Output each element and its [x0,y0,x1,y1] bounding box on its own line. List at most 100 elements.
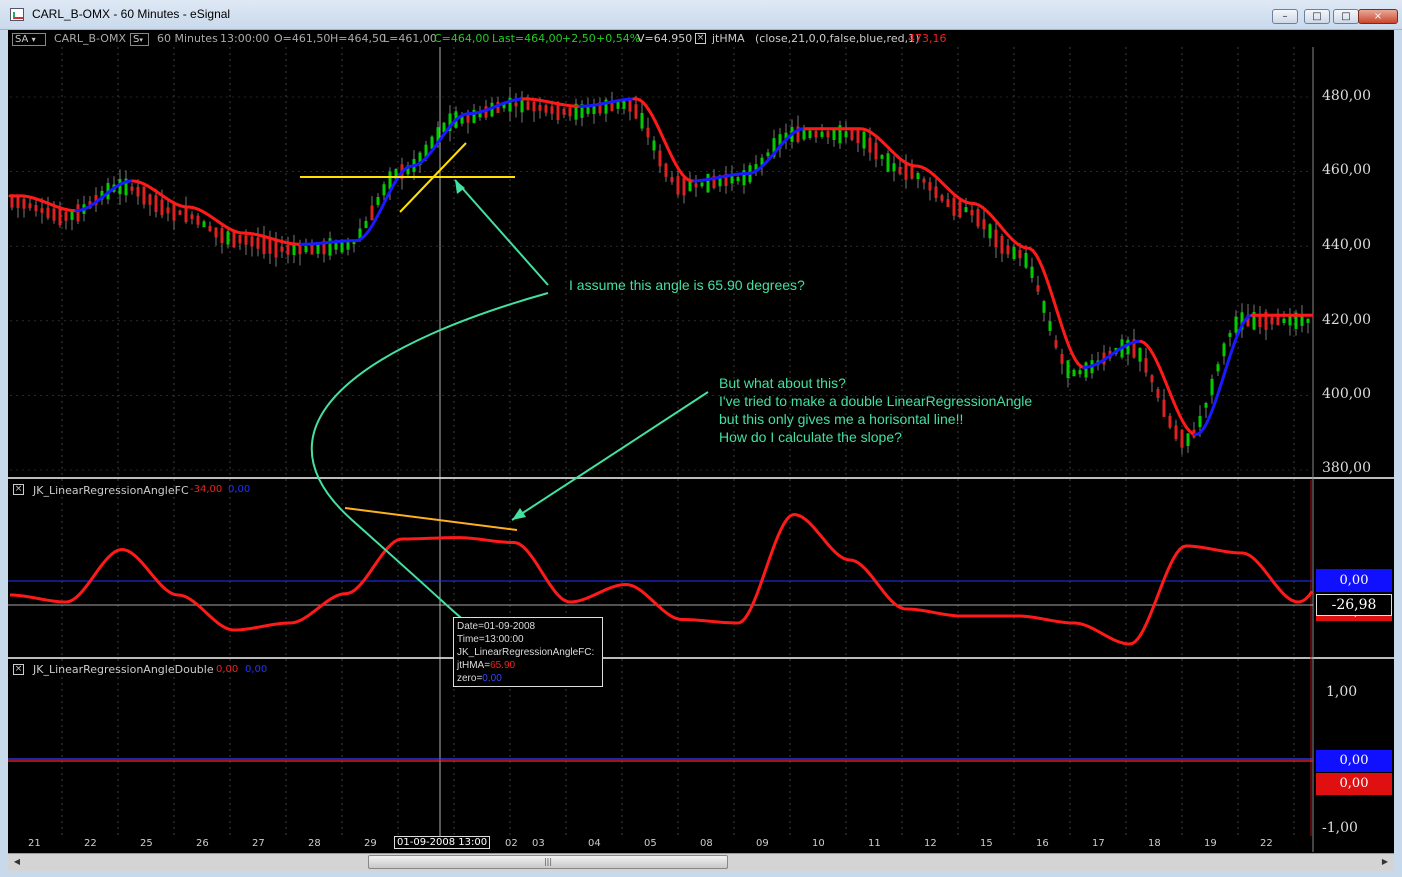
candle-body [1180,429,1184,448]
bar-time: 13:00:00 [220,32,270,45]
candle-body [1054,340,1058,348]
arrow-to-indicator [511,391,709,521]
price-tick-420: 420,00 [1322,312,1371,328]
candle-body [1204,402,1208,408]
candle-body [826,131,830,138]
candle-body [154,195,158,213]
pane-borders [8,47,1394,852]
hma-segment [1052,299,1059,313]
candle-body [856,129,860,144]
candle-body [640,112,644,129]
close-pane-icon[interactable]: × [13,484,24,495]
candle-body [622,100,626,109]
annotation-question-1: But what about this? [719,375,846,391]
close-value: C=464,00 [434,32,490,45]
candle-body [634,104,638,119]
pane-fc-value1: -34,00 [190,484,223,495]
candle-body [208,225,212,231]
candle-body [28,203,32,209]
horizontal-scrollbar[interactable]: ◀ ||| ▶ [8,853,1394,871]
candle-body [928,182,932,191]
pane-fc-value2: 0,00 [228,484,251,495]
scroll-right-icon[interactable]: ▶ [1378,855,1392,869]
candle-body [148,194,152,205]
zero-line-value: 0,00 [1316,569,1392,592]
pane-double-value2: 0,00 [245,664,268,675]
chart-canvas[interactable] [8,30,1394,871]
candle-body [814,131,818,138]
candle-body [1282,318,1286,324]
candle-body [1144,358,1148,373]
candle-body [1030,266,1034,278]
candle-body [544,105,548,113]
angle-fc-line [9,513,1314,646]
scroll-left-icon[interactable]: ◀ [10,855,24,869]
candle-body [844,131,848,138]
minimize-button[interactable]: – [1272,9,1298,24]
candle-body [994,229,998,248]
candle-body [532,102,536,112]
pane-double-value1: 0,00 [216,664,239,675]
sa-label: SA [15,34,29,45]
close-study-icon[interactable]: × [695,33,706,44]
candle-body [214,227,218,238]
maximize-button[interactable]: □ [1333,9,1359,24]
tooltip-study: JK_LinearRegressionAngleFC: [457,647,595,658]
candle-body [190,214,194,219]
current-value-box: -26,98 [1316,594,1392,616]
scroll-thumb[interactable]: ||| [368,855,728,869]
candle-body [376,197,380,205]
annotation-marks [300,142,709,631]
candle-body [226,231,230,245]
candle-body [898,166,902,174]
candle-body [1306,318,1310,323]
interval-label: 60 Minutes [157,32,218,45]
price-tick-380: 380,00 [1322,460,1371,476]
candle-body [916,172,920,180]
sa-dropdown[interactable]: SA ▾ [12,33,46,46]
study-value: 473,16 [908,32,947,45]
candle-body [1234,316,1238,333]
date-tick: 10 [812,838,825,849]
date-tick: 03 [532,838,545,849]
candle-body [220,228,224,244]
candle-body [892,163,896,172]
candle-body [280,246,284,252]
restore-button[interactable]: □ [1304,9,1330,24]
symbol-label[interactable]: CARL_B-OMX [54,32,126,45]
date-tick: 04 [588,838,601,849]
s-dropdown[interactable]: S▾ [130,33,149,46]
candle-body [904,163,908,180]
candle-body [1138,347,1142,362]
annotation-question-4: How do I calculate the slope? [719,429,902,445]
candle-body [646,127,650,138]
candle-body [886,153,890,172]
candle-body [370,205,374,221]
candle-body [178,210,182,215]
candle-body [652,140,656,151]
study-params: (close,21,0,0,false,blue,red,1) [755,32,920,45]
pane-double-name: JK_LinearRegressionAngleDouble [33,663,214,676]
candle-body [1084,362,1088,378]
candle-body [166,207,170,214]
price-tick-460: 460,00 [1322,162,1371,178]
date-tick: 17 [1092,838,1105,849]
candle-body [256,237,260,249]
candle-body [1012,246,1016,260]
close-pane-icon[interactable]: × [13,664,24,675]
candle-body [514,102,518,107]
candle-body [658,150,662,167]
candle-body [238,234,242,244]
date-tick: 22 [84,838,97,849]
candle-body [262,235,266,255]
tooltip-time: Time=13:00:00 [457,634,524,645]
candle-body [1018,250,1022,259]
candle-body [364,220,368,228]
candle-body [304,246,308,253]
candle-body [172,203,176,221]
candle-body [1048,321,1052,331]
candle-body [286,245,290,255]
close-button[interactable]: × [1358,9,1398,24]
candle-body [964,207,968,213]
hma-line [8,97,1314,436]
